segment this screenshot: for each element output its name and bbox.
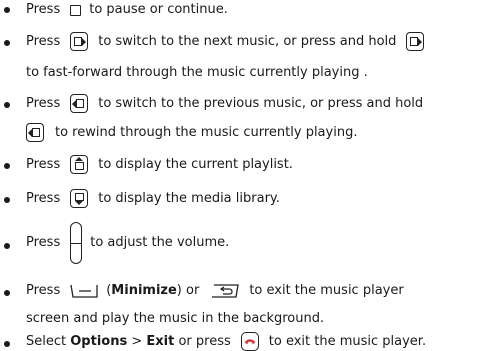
- instruction-media-library: Press to display the media library.: [26, 189, 280, 208]
- bullet: [4, 7, 10, 13]
- right-soft-key-icon: [211, 284, 240, 298]
- bullet: [4, 197, 10, 203]
- bullet: [4, 290, 10, 296]
- bullet: [4, 163, 10, 169]
- bullet: [4, 40, 10, 46]
- center-key-icon: [70, 4, 82, 16]
- instruction-background: screen and play the music in the backgro…: [26, 311, 325, 326]
- instruction-playlist: Press to display the current playlist.: [26, 155, 293, 174]
- instruction-exit: Select Options > Exit or press to exit t…: [26, 332, 426, 351]
- instruction-minimize: Press (Minimize) or to exit the music pl…: [26, 283, 404, 298]
- left-key-icon: [26, 123, 44, 142]
- instruction-previous: Press to switch to the previous music, o…: [26, 94, 423, 113]
- bullet: [4, 102, 10, 108]
- end-key-icon: [240, 332, 259, 351]
- bullet: [4, 243, 10, 249]
- right-key-icon: [70, 32, 89, 51]
- left-soft-key-icon: [70, 284, 98, 298]
- music-player-instructions: Press to pause or continue. Press to swi…: [0, 0, 478, 351]
- instruction-volume: Press to adjust the volume.: [26, 221, 229, 265]
- instruction-rewind: to rewind through the music currently pl…: [26, 123, 357, 142]
- bullet: [4, 341, 10, 347]
- right-key-icon: [406, 32, 425, 51]
- instruction-pause: Press to pause or continue.: [26, 2, 228, 17]
- instruction-next: Press to switch to the next music, or pr…: [26, 32, 425, 51]
- volume-key-icon: [70, 222, 83, 264]
- instruction-fast-forward: to fast-forward through the music curren…: [26, 65, 368, 80]
- down-key-icon: [70, 189, 89, 208]
- up-key-icon: [70, 155, 89, 174]
- left-key-icon: [70, 94, 89, 113]
